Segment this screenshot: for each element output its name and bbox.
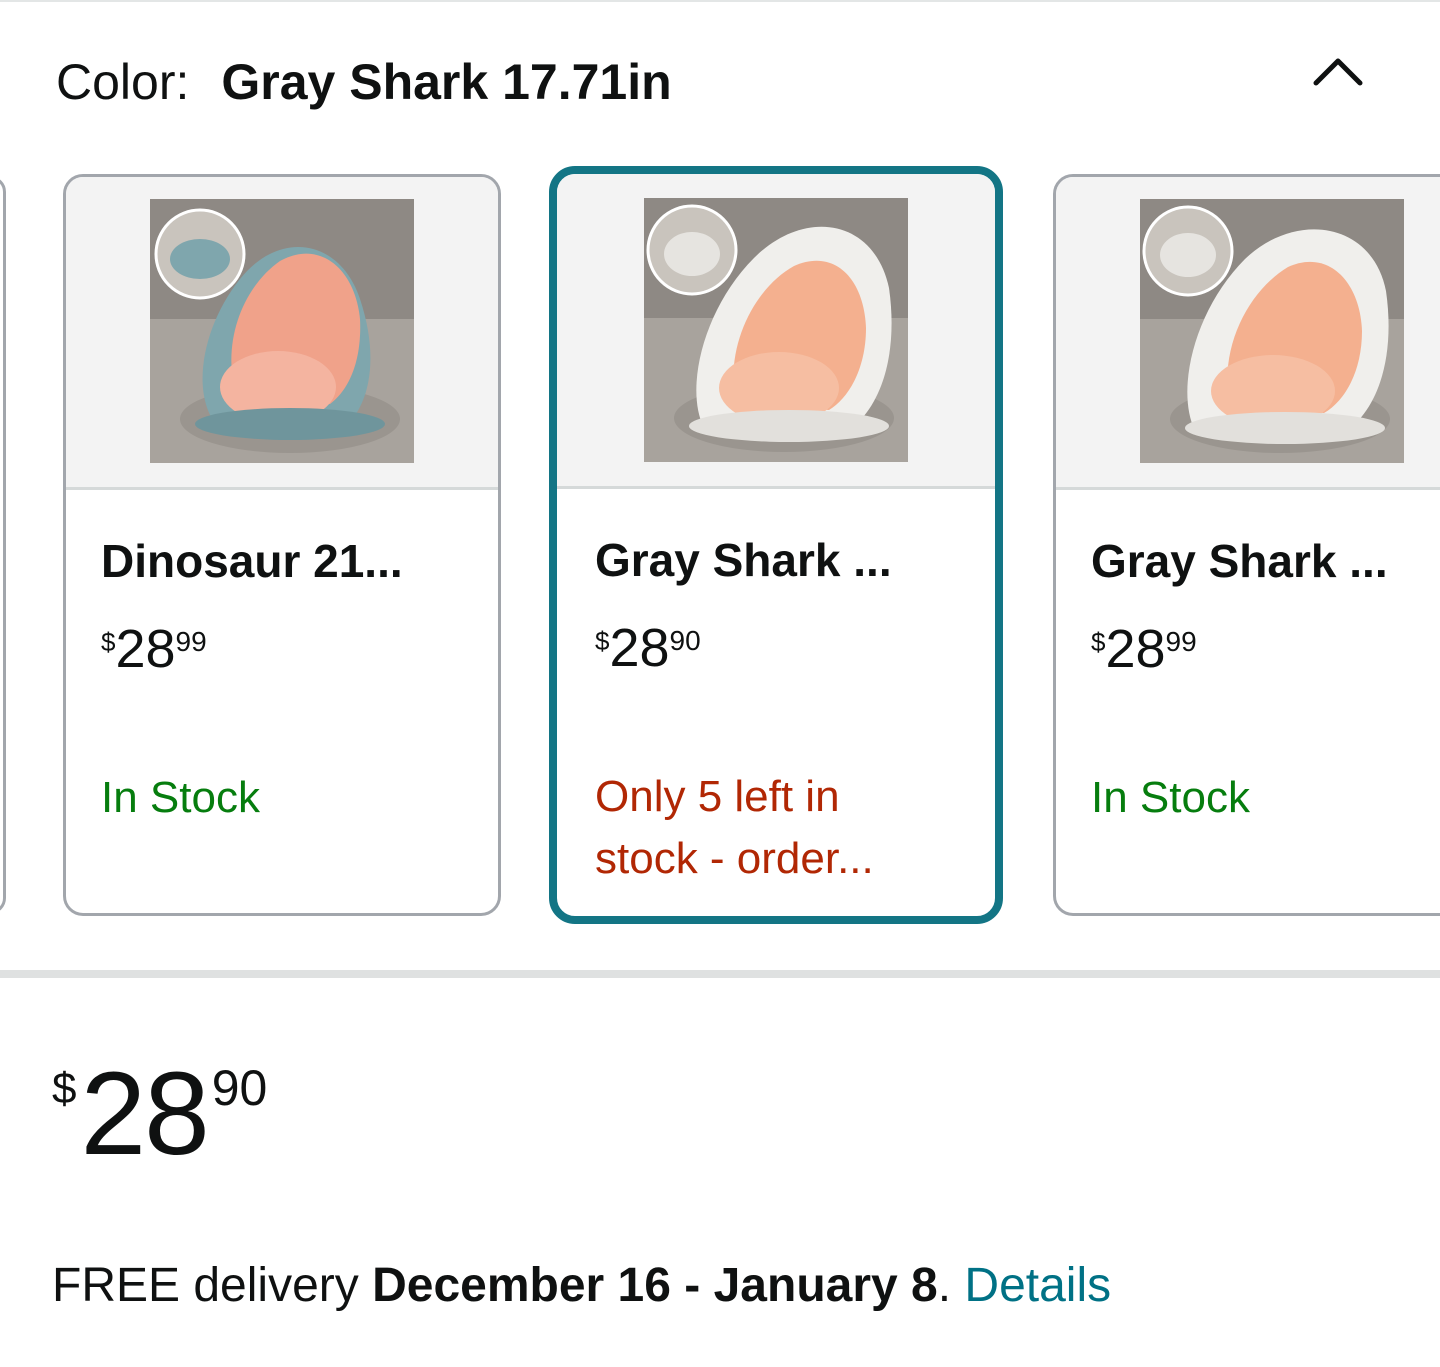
product-thumbnail [1140,199,1404,463]
price-whole: 28 [80,1048,209,1180]
swatch-card-gray-shark-selected[interactable]: Gray Shark ... $ 28 90 Only 5 left in st… [549,166,1003,924]
price-currency: $ [1091,627,1106,657]
availability-text: In Stock [101,767,441,829]
swatch-card-dinosaur[interactable]: Dinosaur 21... $ 28 99 In Stock [63,174,501,916]
price-whole: 28 [115,619,176,679]
availability-line-1: In Stock [101,773,260,822]
selected-color-value: Gray Shark 17.71in [221,54,672,110]
product-price: $ 28 90 [52,1052,267,1176]
delivery-dates: December 16 - January 8 [372,1259,938,1312]
chevron-up-icon [1313,58,1363,86]
price-fraction: 99 [1165,626,1197,657]
swatch-card-partial[interactable] [0,176,6,914]
delivery-period: . [937,1259,965,1312]
swatch-price: $ 28 99 [101,617,207,681]
collapse-button[interactable] [1306,44,1370,96]
swatch-card-gray-shark[interactable]: Gray Shark ... $ 28 99 In Stock [1053,174,1440,916]
variation-label: Color: [56,54,190,110]
section-divider [0,970,1440,978]
price-currency: $ [595,626,610,656]
variation-header: Color: Gray Shark 17.71in [56,50,672,114]
swatch-title: Gray Shark ... [1091,535,1388,587]
swatch-title: Gray Shark ... [595,534,892,586]
price-currency: $ [101,627,116,657]
swatch-price: $ 28 99 [1091,617,1197,681]
top-divider [0,0,1440,2]
price-fraction: 90 [669,625,701,656]
product-thumbnail [150,199,414,463]
swatch-carousel[interactable]: Dinosaur 21... $ 28 99 In Stock Gray Sha… [0,164,1440,934]
swatch-image-area [557,174,995,489]
swatch-image-area [1056,177,1440,490]
price-currency: $ [52,1064,77,1113]
availability-text: Only 5 left in stock - order... [595,766,955,890]
price-whole: 28 [609,618,670,678]
availability-line-2: stock - order... [595,834,874,883]
availability-line-1: In Stock [1091,773,1250,822]
delivery-details-link[interactable]: Details [964,1259,1111,1312]
swatch-price: $ 28 90 [595,616,701,680]
price-whole: 28 [1105,619,1166,679]
delivery-message: FREE delivery December 16 - January 8. D… [52,1254,1111,1318]
swatch-image-area [66,177,498,490]
swatch-title: Dinosaur 21... [101,535,403,587]
delivery-prefix: FREE delivery [52,1259,373,1312]
price-fraction: 90 [211,1060,268,1116]
availability-text: In Stock [1091,767,1431,829]
product-thumbnail [644,198,908,462]
availability-line-1: Only 5 left in [595,772,840,821]
price-fraction: 99 [175,626,207,657]
